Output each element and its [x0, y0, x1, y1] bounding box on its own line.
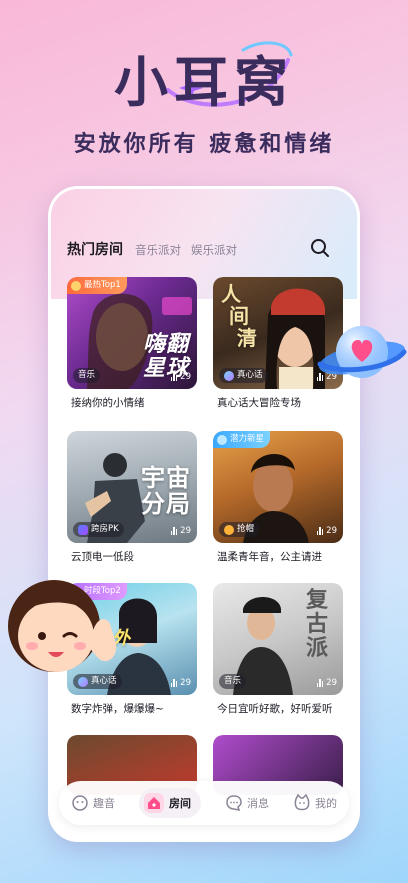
listener-count: 29 [316, 526, 337, 536]
room-title: 今日宜听好歌，好听爱听 [217, 703, 333, 715]
room-tag: 音乐 [219, 674, 247, 689]
hat-icon [224, 524, 234, 535]
room-tag: 音乐 [73, 368, 101, 383]
room-title: 温柔青年音，公主请进 [217, 551, 322, 563]
room-cover-overlay-text: 宇宙 分局 [141, 464, 191, 518]
flame-icon [71, 280, 81, 291]
star-icon [217, 434, 227, 445]
badge-rising-star: 潜力新星 [213, 431, 271, 448]
nav-label: 趣音 [93, 797, 115, 810]
cat-face-icon [294, 794, 310, 811]
tab-fun-party[interactable]: 娱乐派对 [191, 242, 237, 258]
search-icon[interactable] [309, 237, 331, 259]
waving-girl-mascot-icon [8, 580, 117, 672]
nav-item-quyin[interactable]: 趣音 [71, 794, 115, 812]
house-icon [144, 793, 164, 813]
listener-count: 29 [316, 678, 337, 688]
badge-hot-top1: 最热Top1 [67, 277, 127, 294]
listener-count: 29 [170, 372, 191, 382]
tab-hot-rooms[interactable]: 热门房间 [67, 239, 123, 259]
nav-label: 房间 [169, 797, 191, 810]
room-tag: 抢帽 [219, 522, 260, 537]
app-title: 小耳窝 [114, 51, 294, 114]
nav-label: 我的 [315, 797, 337, 810]
audio-bars-icon [170, 373, 179, 381]
room-title: 云顶电一低段 [71, 551, 134, 563]
bottom-navigation: 趣音 房间 消息 我的 [59, 781, 349, 825]
room-card[interactable]: 宇宙 分局 跨房PK 29 云顶电一低段 [67, 431, 197, 568]
room-title: 数字炸弹，爆爆爆~ [71, 703, 164, 715]
room-tabs: 热门房间 音乐派对 娱乐派对 [67, 239, 341, 263]
tab-music-party[interactable]: 音乐派对 [135, 242, 181, 258]
audio-bars-icon [170, 527, 179, 535]
room-cover-image: 复 古派 音乐 29 [213, 583, 343, 695]
smile-face-icon [72, 795, 88, 811]
chat-bubble-icon [226, 795, 242, 811]
nav-item-rooms[interactable]: 房间 [139, 788, 201, 818]
room-cover-overlay-text: 人 间 清 [221, 282, 258, 350]
nav-item-profile[interactable]: 我的 [293, 794, 337, 812]
room-card[interactable]: 嗨翻 星球 最热Top1 音乐 29 接纳你的小情绪 [67, 277, 197, 414]
room-cover-image: 嗨翻 星球 最热Top1 音乐 29 [67, 277, 197, 389]
room-card[interactable]: 复 古派 音乐 29 今日宜听好歌，好听爱听 [213, 583, 343, 720]
listener-count: 29 [170, 678, 191, 688]
heart-planet-icon [317, 326, 407, 378]
nav-label: 消息 [247, 797, 269, 810]
audio-bars-icon [316, 679, 325, 687]
audio-bars-icon [170, 679, 179, 687]
nav-item-messages[interactable]: 消息 [225, 794, 269, 812]
pk-icon [78, 524, 88, 535]
room-cover-overlay-text: 复 古派 [288, 588, 329, 661]
room-title: 接纳你的小情绪 [71, 397, 145, 409]
phone-mockup: 热门房间 音乐派对 娱乐派对 嗨翻 星球 最热Top1 音乐 29 接纳你的小情绪 [48, 186, 360, 842]
room-title: 真心话大冒险专场 [217, 397, 301, 409]
room-tag: 跨房PK [73, 522, 124, 537]
room-tag: 真心话 [219, 368, 268, 383]
heart-planet-icon [224, 370, 234, 381]
room-cover-image: 宇宙 分局 跨房PK 29 [67, 431, 197, 543]
room-cover-image: 潜力新星 抢帽 29 [213, 431, 343, 543]
audio-bars-icon [316, 527, 325, 535]
room-card[interactable]: 潜力新星 抢帽 29 温柔青年音，公主请进 [213, 431, 343, 568]
listener-count: 29 [170, 526, 191, 536]
app-slogan: 安放你所有 疲惫和情绪 [73, 132, 335, 157]
